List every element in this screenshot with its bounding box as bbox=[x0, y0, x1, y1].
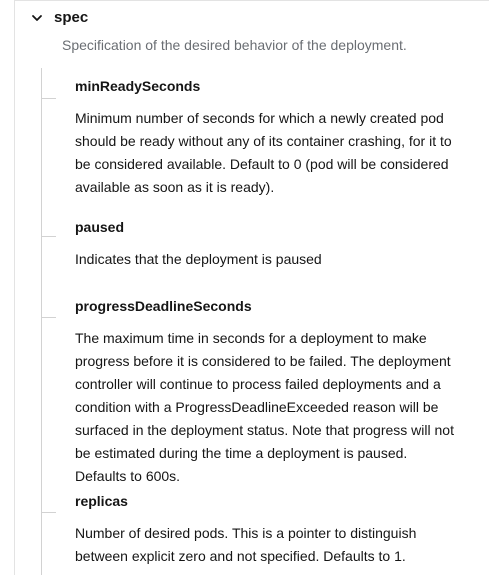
field-description: Indicates that the deployment is paused bbox=[75, 251, 322, 267]
top-divider bbox=[14, 0, 489, 1]
schema-details-panel: spec Specification of the desired behavi… bbox=[0, 0, 489, 575]
tree-branch bbox=[41, 98, 56, 99]
field-name: progressDeadlineSeconds bbox=[75, 298, 252, 314]
field-name: paused bbox=[75, 219, 125, 235]
tree-branch bbox=[41, 317, 56, 318]
field-minreadyseconds: minReadySeconds Minimum number of second… bbox=[75, 77, 455, 199]
field-replicas: replicas Number of desired pods. This is… bbox=[75, 492, 455, 568]
field-name: replicas bbox=[75, 493, 128, 509]
tree-connector bbox=[41, 68, 42, 575]
field-paused: paused Indicates that the deployment is … bbox=[75, 218, 455, 271]
field-description: The maximum time in seconds for a deploy… bbox=[75, 330, 454, 484]
field-name: minReadySeconds bbox=[75, 78, 201, 94]
tree-branch bbox=[41, 512, 56, 513]
chevron-down-icon[interactable] bbox=[30, 11, 44, 25]
spec-description: Specification of the desired behavior of… bbox=[62, 37, 407, 53]
field-description: Minimum number of seconds for which a ne… bbox=[75, 110, 452, 195]
left-divider bbox=[14, 0, 15, 575]
field-description: Number of desired pods. This is a pointe… bbox=[75, 525, 417, 564]
field-progressdeadlineseconds: progressDeadlineSeconds The maximum time… bbox=[75, 297, 455, 488]
spec-title: spec bbox=[54, 9, 89, 26]
spec-toggle[interactable]: spec bbox=[30, 9, 88, 26]
tree-branch bbox=[41, 236, 56, 237]
